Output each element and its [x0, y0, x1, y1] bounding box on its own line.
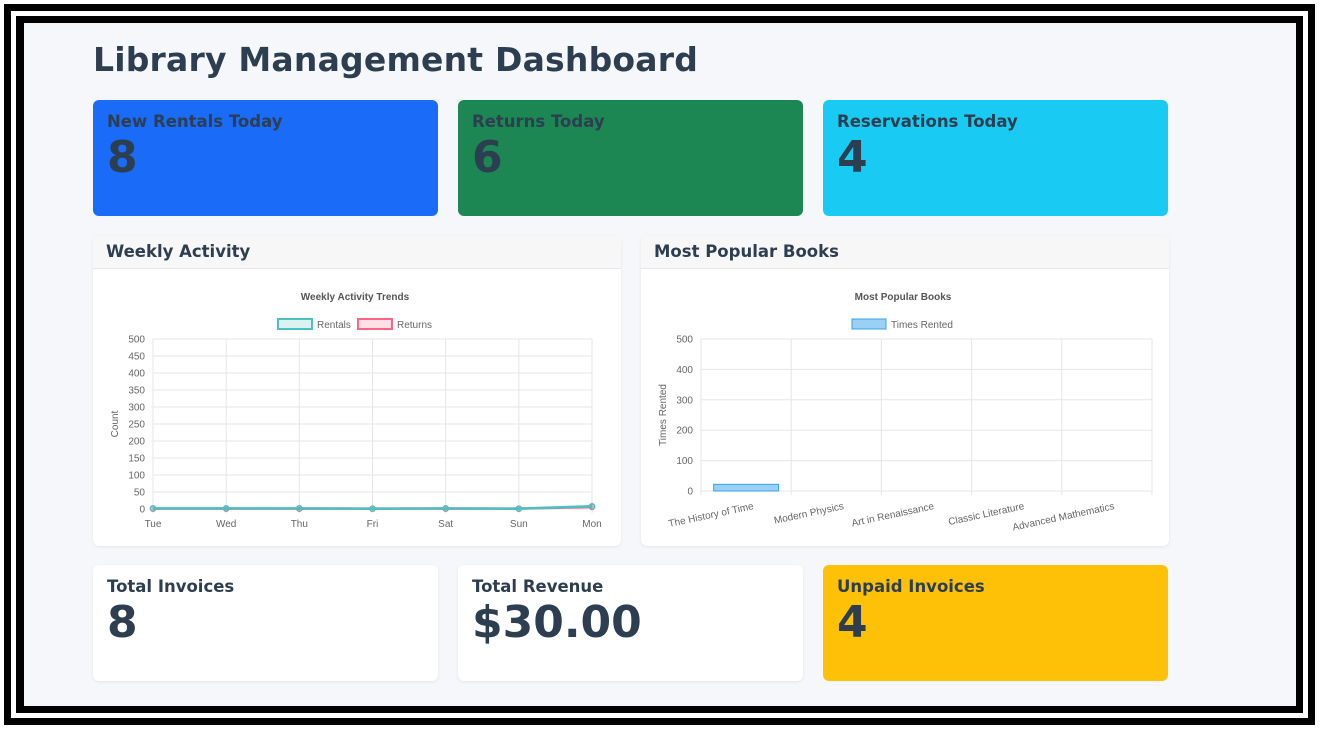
weekly-activity-chart: Weekly Activity Trends Rentals Returns 0 50 1…	[110, 292, 602, 530]
popular-books-chart: Most Popular Books Times Rented 0 100 200 300…	[658, 292, 1153, 534]
dashboard-screen: Library Management Dashboard New Rentals…	[24, 23, 1296, 706]
x-tick-label: Sat	[438, 519, 453, 530]
y-tick-label: 400	[676, 365, 693, 376]
data-point-rentals	[149, 505, 157, 512]
y-tick-label: 500	[676, 335, 693, 346]
returns-card: Returns Today 6	[458, 100, 803, 216]
data-point-rentals	[515, 505, 523, 512]
x-tick-label: Fri	[367, 519, 379, 530]
total-revenue-value: $30.00	[472, 597, 642, 648]
x-tick-label: Wed	[216, 519, 236, 530]
new-rentals-label: New Rentals Today	[107, 112, 283, 131]
reservations-card: Reservations Today 4	[823, 100, 1168, 216]
y-tick-label: 400	[128, 369, 145, 380]
total-revenue-label: Total Revenue	[472, 577, 604, 596]
returns-label: Returns Today	[472, 112, 605, 131]
reservations-value: 4	[837, 132, 868, 183]
x-tick-label: Modern Physics	[773, 501, 845, 527]
y-tick-label: 300	[128, 403, 145, 414]
unpaid-invoices-label: Unpaid Invoices	[837, 577, 985, 596]
data-point-rentals	[369, 505, 376, 512]
legend-label-times-rented: Times Rented	[891, 320, 953, 331]
data-point-rentals	[588, 502, 596, 510]
y-tick-label: 200	[676, 426, 693, 437]
x-tick-label: Sun	[510, 519, 528, 530]
y-tick-label: 350	[128, 386, 145, 397]
unpaid-invoices-value: 4	[837, 597, 868, 648]
legend-label-rentals: Rentals	[317, 320, 351, 331]
page-title: Library Management Dashboard	[93, 40, 699, 79]
legend-label-returns: Returns	[397, 320, 432, 331]
weekly-activity-panel: Weekly Activity Weekly Activity Trends Re…	[93, 236, 621, 546]
y-tick-label: 200	[128, 437, 145, 448]
x-tick-label: Advanced Mathematics	[1012, 501, 1116, 533]
new-rentals-card: New Rentals Today 8	[93, 100, 438, 216]
y-tick-label: 50	[134, 488, 146, 499]
y-tick-label: 500	[128, 335, 145, 346]
total-invoices-label: Total Invoices	[107, 577, 235, 596]
data-point-rentals	[222, 505, 230, 512]
new-rentals-value: 8	[107, 132, 138, 183]
bar-the-history-of-time	[713, 483, 780, 492]
y-tick-label: 150	[128, 454, 145, 465]
x-tick-label: Art in Renaissance	[851, 501, 936, 529]
total-invoices-value: 8	[107, 597, 138, 648]
data-point-rentals	[296, 505, 303, 512]
y-tick-label: 250	[128, 420, 145, 431]
y-tick-label: 450	[128, 352, 145, 363]
y-tick-label: 0	[139, 505, 145, 516]
x-tick-label: Thu	[291, 519, 308, 530]
reservations-label: Reservations Today	[837, 112, 1018, 131]
data-point-rentals	[442, 505, 449, 512]
y-tick-label: 0	[687, 487, 693, 498]
weekly-activity-header: Weekly Activity	[93, 236, 621, 269]
y-tick-label: 100	[128, 471, 145, 482]
unpaid-invoices-card: Unpaid Invoices 4	[823, 565, 1168, 681]
total-revenue-card: Total Revenue $30.00	[458, 565, 803, 681]
returns-value: 6	[472, 132, 503, 183]
x-tick-label: Tue	[145, 519, 162, 530]
popular-books-header: Most Popular Books	[641, 236, 1169, 269]
legend-swatch-times-rented	[851, 318, 887, 330]
y-axis-title: Count	[110, 410, 121, 437]
chart-title: Most Popular Books	[855, 292, 952, 303]
y-tick-label: 300	[676, 395, 693, 406]
y-axis-title: Times Rented	[658, 384, 669, 446]
popular-books-panel: Most Popular Books Most Popular Books Tim…	[641, 236, 1169, 546]
total-invoices-card: Total Invoices 8	[93, 565, 438, 681]
y-tick-label: 100	[676, 456, 693, 467]
chart-title: Weekly Activity Trends	[301, 292, 410, 303]
x-tick-label: The History of Time	[668, 501, 756, 530]
legend-swatch-returns	[357, 318, 393, 330]
x-tick-label: Mon	[582, 519, 601, 530]
legend-swatch-rentals	[277, 318, 313, 330]
